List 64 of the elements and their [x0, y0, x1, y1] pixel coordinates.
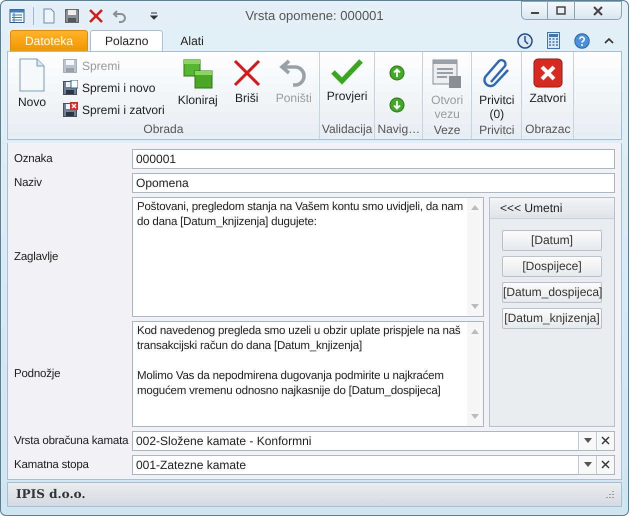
insert-placeholder-button[interactable]: [Dospijece]: [502, 256, 602, 276]
undo-icon[interactable]: [112, 8, 128, 24]
insert-panel-header[interactable]: <<< Umetni: [490, 198, 614, 218]
customize-caret-icon[interactable]: [150, 12, 158, 20]
clock-icon[interactable]: [517, 32, 533, 49]
group-label: Privitci: [478, 123, 516, 138]
company-name: IPIS d.o.o.: [16, 487, 86, 502]
ribbon-button[interactable]: Spremi i novo: [60, 78, 167, 98]
window-title: Vrsta opomene: 000001: [244, 8, 385, 24]
save-icon[interactable]: [64, 8, 80, 24]
close-button[interactable]: [575, 1, 622, 20]
previous-button[interactable]: [387, 62, 408, 83]
insert-placeholder-button[interactable]: [Datum_knjizenja]: [502, 308, 602, 328]
help-icon[interactable]: [574, 32, 590, 49]
minimize-button[interactable]: [521, 1, 548, 20]
resize-grip-icon[interactable]: [605, 489, 615, 500]
input-field[interactable]: 000001: [132, 148, 615, 168]
insert-placeholder-button[interactable]: [Datum]: [502, 230, 602, 250]
maximize-icon: [556, 6, 566, 15]
calculator-icon[interactable]: [547, 32, 560, 50]
ribbon-button[interactable]: Kloniraj: [172, 56, 223, 122]
ribbon-button[interactable]: Novo: [10, 56, 54, 122]
group-label: Navig…: [377, 122, 420, 138]
field-label: Naziv: [14, 176, 43, 188]
group-label: Obrazac: [524, 122, 572, 138]
insert-placeholder-button[interactable]: [Datum_dospijeca]: [502, 282, 602, 302]
field-label: Oznaka: [14, 152, 54, 164]
window-icon: [431, 58, 464, 90]
document-icon: [17, 58, 47, 92]
save-icon: [62, 102, 78, 118]
save-icon: [62, 80, 78, 96]
field-label: Vrsta obračuna kamata: [14, 434, 130, 446]
close-form-icon: [532, 58, 563, 88]
field-label: Kamatna stopa: [14, 458, 90, 470]
close-icon: [592, 6, 604, 16]
new-document-icon[interactable]: [42, 8, 56, 24]
maximize-button[interactable]: [548, 1, 575, 20]
ribbon-button[interactable]: Spremi i zatvori: [60, 100, 167, 120]
cubes-icon: [182, 58, 214, 90]
input-field[interactable]: Opomena: [132, 172, 615, 192]
delete-icon[interactable]: [88, 8, 104, 24]
next-button[interactable]: [387, 95, 408, 116]
ribbon-button[interactable]: Briši: [224, 56, 269, 122]
ribbon-button[interactable]: Provjeri: [322, 56, 372, 122]
clear-icon[interactable]: [601, 460, 610, 469]
collapse-ribbon-icon[interactable]: [604, 37, 614, 44]
delete-icon: [232, 58, 262, 88]
group-label: Obrada: [142, 122, 184, 138]
ribbon-tab[interactable]: Polazno: [90, 30, 164, 52]
ribbon-tab[interactable]: Alati: [165, 30, 219, 52]
field-label: Zaglavlje: [14, 250, 60, 262]
dropdown-caret-icon[interactable]: [584, 462, 592, 467]
group-label: Validacija: [322, 122, 372, 138]
group-label: Veze: [432, 123, 462, 138]
dropdown-caret-icon[interactable]: [584, 438, 592, 443]
dropdown-field[interactable]: 002-Složene kamate - Konformni: [132, 430, 615, 450]
ribbon-button[interactable]: Privitci (0): [474, 56, 520, 124]
clear-icon[interactable]: [601, 436, 610, 445]
table-icon[interactable]: [9, 8, 25, 24]
field-label: Podnožje: [14, 368, 62, 380]
save-icon: [62, 58, 78, 74]
checkmark-icon: [331, 58, 364, 86]
dropdown-field[interactable]: 001-Zatezne kamate: [132, 454, 615, 474]
ribbon-button[interactable]: Zatvori: [524, 56, 572, 122]
